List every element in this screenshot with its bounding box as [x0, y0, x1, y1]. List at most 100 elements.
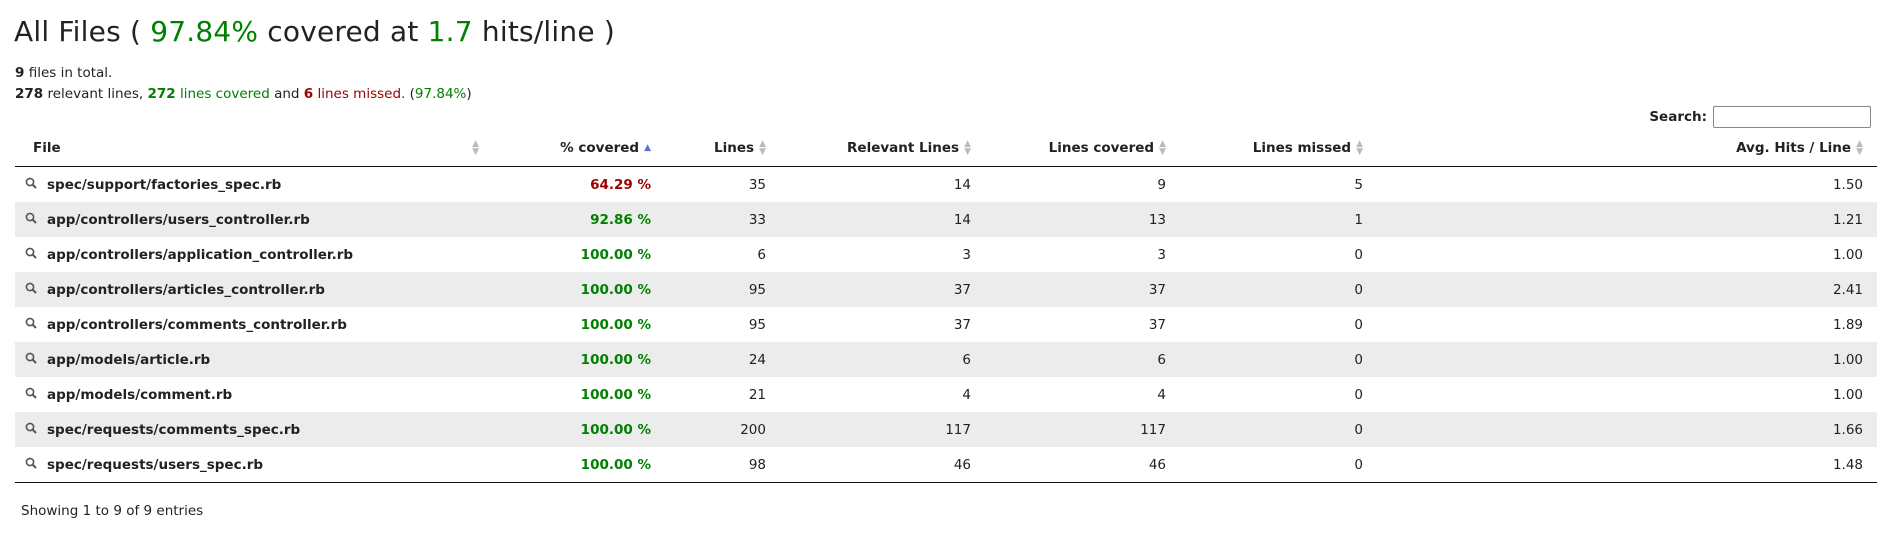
title-hits-per-line: 1.7 — [427, 15, 473, 48]
file-link[interactable]: app/models/article.rb — [47, 352, 210, 368]
lines-covered-cell: 6 — [985, 342, 1180, 377]
lines-covered-cell: 37 — [1148, 316, 1166, 333]
table-row: app/controllers/users_controller.rb 92.86… — [15, 202, 1877, 237]
lines-covered-cell: 37 — [985, 272, 1180, 307]
lines-missed-cell: 1 — [1180, 202, 1377, 237]
table-row: app/controllers/application_controller.r… — [15, 237, 1877, 272]
percent-covered-cell: 100.00 % — [495, 342, 665, 377]
lines-covered-cell: 46 — [985, 447, 1180, 483]
missed-lines-count: 6 — [303, 86, 314, 102]
percent-covered-cell: 64.29 % — [590, 176, 651, 193]
relevant-lines-cell: 14 — [953, 176, 971, 193]
sort-arrows-icon: ▲ ▼ — [964, 139, 971, 157]
column-header-covered[interactable]: % covered ▲ — [495, 130, 665, 167]
avg-hits-cell: 1.66 — [1377, 412, 1877, 447]
avg-hits-cell: 1.21 — [1377, 202, 1877, 237]
relevant-lines-cell: 4 — [962, 386, 971, 403]
file-link[interactable]: app/models/comment.rb — [47, 387, 232, 403]
relevant-lines-count: 278 — [15, 86, 44, 102]
search-box: Search: — [1649, 106, 1871, 128]
file-cell: app/models/article.rb — [15, 342, 495, 377]
page-title: All Files ( 97.84% covered at 1.7 hits/l… — [14, 15, 615, 48]
file-count: 9 — [15, 65, 25, 81]
relevant-lines-cell: 3 — [962, 246, 971, 263]
file-cell: spec/support/factories_spec.rb — [15, 167, 495, 203]
covered-lines-count: 272 — [147, 86, 176, 102]
lines-covered-cell: 13 — [985, 202, 1180, 237]
file-link[interactable]: app/controllers/comments_controller.rb — [47, 317, 347, 333]
table-row: spec/requests/comments_spec.rb 100.00 % 20… — [15, 412, 1877, 447]
sort-arrows-icon: ▲ ▼ — [1356, 139, 1363, 157]
magnifier-icon — [25, 317, 39, 333]
file-cell: app/models/comment.rb — [15, 377, 495, 412]
relevant-lines-cell: 14 — [780, 202, 985, 237]
lines-covered-cell: 3 — [1157, 246, 1166, 263]
lines-missed-cell: 0 — [1180, 412, 1377, 447]
lines-cell: 6 — [757, 246, 766, 263]
lines-missed-cell: 0 — [1354, 386, 1363, 403]
lines-missed-cell: 0 — [1354, 246, 1363, 263]
column-header-lines-missed[interactable]: Lines missed ▲ ▼ — [1180, 130, 1377, 167]
file-link[interactable]: spec/requests/comments_spec.rb — [47, 422, 300, 438]
avg-hits-cell: 1.00 — [1377, 342, 1877, 377]
table-row: app/models/article.rb 100.00 % 24 6 6 0 1.00 — [15, 342, 1877, 377]
title-mid: covered at — [267, 15, 419, 48]
table-row: app/controllers/comments_controller.rb 10… — [15, 307, 1877, 342]
table-header-row: File ▲ ▼ % covered ▲ Lines ▲ ▼ Relevant Lines… — [15, 130, 1877, 167]
lines-cell: 95 — [665, 272, 780, 307]
column-header-lines[interactable]: Lines ▲ ▼ — [665, 130, 780, 167]
magnifier-icon — [25, 352, 39, 368]
missed-lines-text: lines missed. — [317, 86, 406, 102]
summary-percent: 97.84% — [414, 86, 467, 102]
lines-missed-cell: 0 — [1354, 316, 1363, 333]
avg-hits-cell: 1.50 — [1832, 176, 1863, 193]
relevant-lines-cell: 37 — [780, 272, 985, 307]
avg-hits-cell: 2.41 — [1377, 272, 1877, 307]
search-input[interactable] — [1713, 106, 1871, 128]
magnifier-icon — [25, 212, 39, 228]
file-cell: app/controllers/users_controller.rb — [15, 202, 495, 237]
and-text: and — [274, 86, 300, 102]
sort-arrows-icon: ▲ ▼ — [472, 139, 479, 157]
file-cell: app/controllers/comments_controller.rb — [15, 307, 495, 342]
file-cell: spec/requests/users_spec.rb — [15, 447, 495, 483]
lines-missed-cell: 0 — [1180, 342, 1377, 377]
percent-covered-cell: 100.00 % — [495, 412, 665, 447]
file-link[interactable]: spec/requests/users_spec.rb — [47, 457, 263, 473]
file-cell: app/controllers/articles_controller.rb — [15, 272, 495, 307]
column-header-relevant-lines[interactable]: Relevant Lines ▲ ▼ — [780, 130, 985, 167]
percent-covered-cell: 100.00 % — [580, 316, 651, 333]
summary-files: 9 files in total. — [15, 65, 112, 81]
coverage-table: File ▲ ▼ % covered ▲ Lines ▲ ▼ Relevant Lines… — [15, 130, 1877, 483]
magnifier-icon — [25, 457, 39, 473]
column-header-file[interactable]: File ▲ ▼ — [15, 130, 495, 167]
sort-ascending-icon: ▲ — [644, 143, 651, 153]
relevant-lines-text: relevant lines, — [47, 86, 144, 102]
percent-covered-cell: 100.00 % — [580, 246, 651, 263]
file-link[interactable]: app/controllers/users_controller.rb — [47, 212, 310, 228]
lines-covered-cell: 9 — [1157, 176, 1166, 193]
lines-covered-cell: 4 — [1157, 386, 1166, 403]
percent-covered-cell: 92.86 % — [495, 202, 665, 237]
column-header-avg-hits[interactable]: Avg. Hits / Line ▲ ▼ — [1377, 130, 1877, 167]
file-link[interactable]: spec/support/factories_spec.rb — [47, 177, 281, 193]
file-link[interactable]: app/controllers/application_controller.r… — [47, 247, 353, 263]
avg-hits-cell: 1.48 — [1377, 447, 1877, 483]
relevant-lines-cell: 46 — [780, 447, 985, 483]
lines-cell: 24 — [665, 342, 780, 377]
lines-covered-cell: 117 — [985, 412, 1180, 447]
sort-arrows-icon: ▲ ▼ — [1159, 139, 1166, 157]
summary-lines: 278 relevant lines, 272 lines covered an… — [15, 86, 472, 102]
title-suffix: hits/line ) — [481, 15, 615, 48]
lines-cell: 21 — [748, 386, 766, 403]
relevant-lines-cell: 6 — [780, 342, 985, 377]
magnifier-icon — [25, 247, 39, 263]
column-header-lines-covered[interactable]: Lines covered ▲ ▼ — [985, 130, 1180, 167]
percent-covered-cell: 100.00 % — [580, 386, 651, 403]
percent-covered-cell: 100.00 % — [495, 447, 665, 483]
table-row: spec/requests/users_spec.rb 100.00 % 98 46 4… — [15, 447, 1877, 483]
file-link[interactable]: app/controllers/articles_controller.rb — [47, 282, 325, 298]
avg-hits-cell: 1.89 — [1832, 316, 1863, 333]
lines-cell: 35 — [748, 176, 766, 193]
file-cell: spec/requests/comments_spec.rb — [15, 412, 495, 447]
